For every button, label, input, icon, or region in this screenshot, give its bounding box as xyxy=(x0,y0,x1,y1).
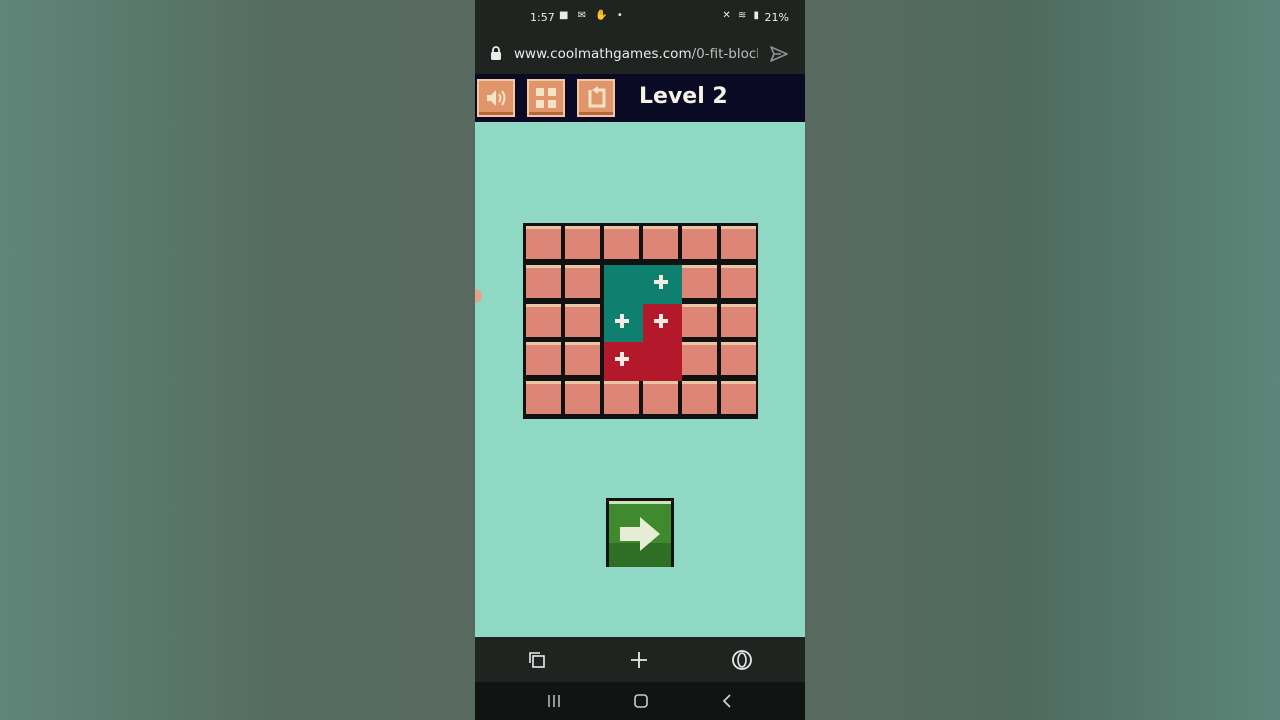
url-bar[interactable]: www.coolmathgames.com/0-fit-block-p xyxy=(475,36,805,74)
back-icon[interactable] xyxy=(721,693,733,709)
teal-piece-cell[interactable] xyxy=(604,264,643,304)
battery-level: 21% xyxy=(764,11,789,24)
board-tile[interactable] xyxy=(643,381,678,414)
board-tile[interactable] xyxy=(721,342,756,376)
board-tile[interactable] xyxy=(526,381,561,414)
plus-icon xyxy=(653,274,669,290)
board-tile[interactable] xyxy=(682,342,717,376)
game-header: Level 2 xyxy=(475,74,805,122)
next-level-button[interactable] xyxy=(606,498,674,567)
board-tile[interactable] xyxy=(721,264,756,298)
new-tab-icon[interactable] xyxy=(630,651,648,669)
status-time: 1:57 xyxy=(530,11,555,24)
level-grid-icon xyxy=(536,88,556,108)
sound-button[interactable] xyxy=(477,79,515,117)
url-domain: www.coolmathgames.com xyxy=(514,46,692,62)
board-tile[interactable] xyxy=(643,226,678,259)
restart-button[interactable] xyxy=(577,79,615,117)
board-tile[interactable] xyxy=(682,226,717,259)
board-tile[interactable] xyxy=(565,342,600,376)
board-tile[interactable] xyxy=(604,226,639,259)
board-tile[interactable] xyxy=(565,264,600,298)
status-bar: 1:57 ■ ✉ ✋ • ✕ ≋ ▮ 21% xyxy=(475,0,805,36)
board-tile[interactable] xyxy=(526,342,561,376)
system-nav-bar xyxy=(475,682,805,720)
sound-icon xyxy=(487,90,506,106)
arrow-right-icon xyxy=(620,517,660,551)
board-tile[interactable] xyxy=(721,381,756,414)
game-board[interactable] xyxy=(523,223,758,419)
url-path: /0-fit-block-p xyxy=(691,46,758,62)
tabs-icon[interactable] xyxy=(528,651,546,669)
board-tile[interactable] xyxy=(565,226,600,259)
board-tile[interactable] xyxy=(682,303,717,337)
home-icon[interactable] xyxy=(633,693,649,709)
plus-icon xyxy=(614,351,630,367)
browser-toolbar xyxy=(475,637,805,682)
phone-screen: 1:57 ■ ✉ ✋ • ✕ ≋ ▮ 21% www.coolmathgames… xyxy=(475,0,805,720)
level-title: Level 2 xyxy=(639,84,728,109)
board-tile[interactable] xyxy=(682,381,717,414)
opera-icon[interactable] xyxy=(731,649,753,671)
lock-icon xyxy=(491,46,501,60)
plus-icon xyxy=(614,313,630,329)
board-tile[interactable] xyxy=(526,264,561,298)
restart-icon xyxy=(588,86,606,108)
system-icons: ✕ ≋ ▮ xyxy=(722,10,761,21)
board-tile[interactable] xyxy=(565,303,600,337)
board-tile[interactable] xyxy=(682,264,717,298)
url-text[interactable]: www.coolmathgames.com/0-fit-block-p xyxy=(514,46,758,62)
board-tile[interactable] xyxy=(526,226,561,259)
board-tile[interactable] xyxy=(526,303,561,337)
notification-icons: ■ ✉ ✋ • xyxy=(559,10,626,21)
next-button-face xyxy=(609,501,671,567)
plus-icon xyxy=(653,313,669,329)
board-tile[interactable] xyxy=(565,381,600,414)
send-icon[interactable] xyxy=(769,44,789,64)
edge-handle xyxy=(475,289,482,303)
board-tile[interactable] xyxy=(721,226,756,259)
board-tile[interactable] xyxy=(604,381,639,414)
level-select-button[interactable] xyxy=(527,79,565,117)
red-piece-cell[interactable] xyxy=(643,342,682,381)
board-tile[interactable] xyxy=(721,303,756,337)
recent-apps-icon[interactable] xyxy=(547,694,561,708)
